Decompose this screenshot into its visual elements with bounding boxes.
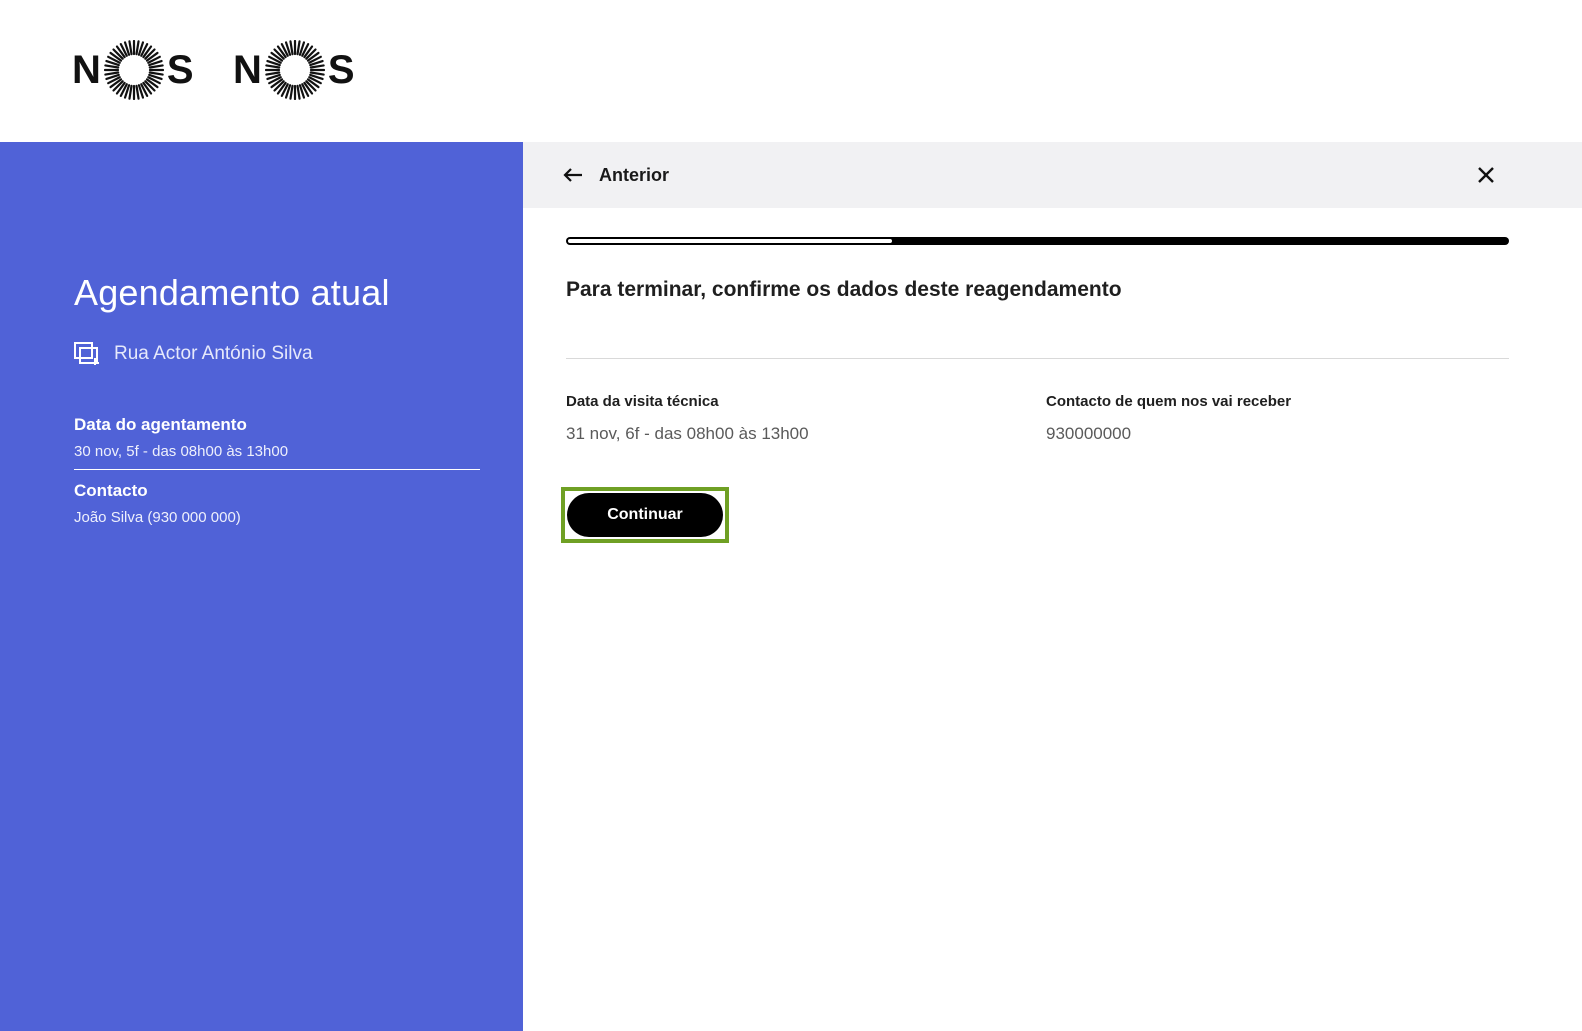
visit-date-value: 31 nov, 6f - das 08h00 às 13h00 <box>566 424 809 443</box>
progress-fill <box>568 239 892 243</box>
logo-letter: S <box>327 48 355 92</box>
logo-letter: N <box>72 48 101 92</box>
step-navigation-bar: Anterior <box>523 142 1582 208</box>
panel-title: Agendamento atual <box>74 272 390 313</box>
date-label: Data do agentamento <box>74 415 247 434</box>
contact-value: João Silva (930 000 000) <box>74 509 241 526</box>
current-appointment-panel: Agendamento atual Rua Actor António Silv… <box>0 142 523 1031</box>
page-title: Para terminar, confirme os dados deste r… <box>566 278 1122 301</box>
address-icon <box>74 342 99 365</box>
progress-bar <box>566 237 1509 245</box>
nos-logo[interactable]: N S <box>233 40 355 100</box>
appointment-date: Data do agentamento 30 nov, 5f - das 08h… <box>74 415 480 470</box>
continue-button[interactable]: Continuar <box>567 493 723 537</box>
appointment-contact: Contacto João Silva (930 000 000) <box>74 481 480 526</box>
arrow-left-icon <box>563 168 582 182</box>
sun-icon <box>264 40 325 100</box>
receiver-contact-value: 930000000 <box>1046 424 1132 443</box>
visit-date-field: Data da visita técnica 31 nov, 6f - das … <box>566 393 809 444</box>
logo-letter: N <box>233 48 262 92</box>
logo-letter: S <box>166 48 194 92</box>
contact-label: Contacto <box>74 481 148 500</box>
address-row: Rua Actor António Silva <box>74 342 313 366</box>
receiver-contact-field: Contacto de quem nos vai receber 9300000… <box>1046 393 1291 444</box>
divider <box>566 358 1509 359</box>
back-label: Anterior <box>599 164 670 185</box>
close-icon[interactable] <box>1475 164 1497 186</box>
nos-logo[interactable]: N S <box>72 40 194 100</box>
address-text: Rua Actor António Silva <box>114 343 313 364</box>
back-button[interactable]: Anterior <box>563 159 669 191</box>
header: N S N S <box>0 0 1582 142</box>
date-value: 30 nov, 5f - das 08h00 às 13h00 <box>74 443 289 460</box>
visit-date-label: Data da visita técnica <box>566 393 719 410</box>
receiver-contact-label: Contacto de quem nos vai receber <box>1046 393 1292 410</box>
sun-icon <box>103 40 164 100</box>
continue-button-focus: Continuar <box>561 487 729 543</box>
